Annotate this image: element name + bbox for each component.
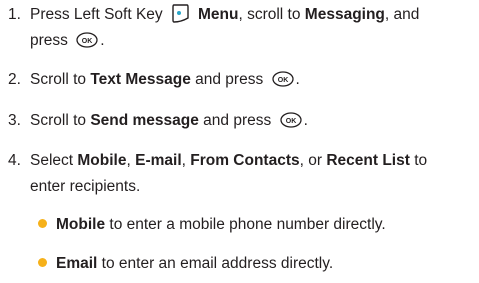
step-number: 4. [8, 152, 21, 169]
step-4-continued: enter recipients. [30, 178, 141, 195]
recent-list-option: Recent List [326, 152, 410, 169]
svg-text:OK: OK [277, 77, 288, 84]
svg-text:OK: OK [285, 118, 296, 125]
mobile-option: Mobile [77, 152, 127, 169]
send-message-label: Send message [90, 112, 199, 129]
bullet-item-email: Email to enter an email address directly… [38, 251, 333, 276]
bullet-icon [38, 219, 47, 228]
text-message-label: Text Message [90, 71, 191, 88]
step-3: 3. Scroll to Send message and press OK . [8, 108, 308, 133]
bullet-icon [38, 258, 47, 267]
step-1-continued: press OK . [30, 31, 105, 49]
step-1: 1. Press Left Soft Key Menu, scroll to Me… [8, 2, 419, 27]
step-text: Press Left Soft Key [30, 6, 163, 23]
left-soft-key-icon [171, 3, 190, 24]
ok-key-icon: OK [271, 70, 294, 87]
step-number: 3. [8, 112, 21, 129]
email-option: E-mail [135, 152, 182, 169]
menu-label: Menu [198, 6, 239, 23]
from-contacts-option: From Contacts [190, 152, 300, 169]
ok-key-icon: OK [76, 31, 98, 48]
bullet-item-mobile: Mobile to enter a mobile phone number di… [38, 212, 386, 237]
ok-key-icon: OK [279, 111, 302, 128]
step-number: 1. [8, 6, 21, 23]
step-number: 2. [8, 71, 21, 88]
messaging-label: Messaging [304, 6, 385, 23]
svg-text:OK: OK [82, 38, 93, 45]
step-4: 4. Select Mobile, E-mail, From Contacts, … [8, 148, 427, 173]
step-2: 2. Scroll to Text Message and press OK . [8, 67, 300, 92]
